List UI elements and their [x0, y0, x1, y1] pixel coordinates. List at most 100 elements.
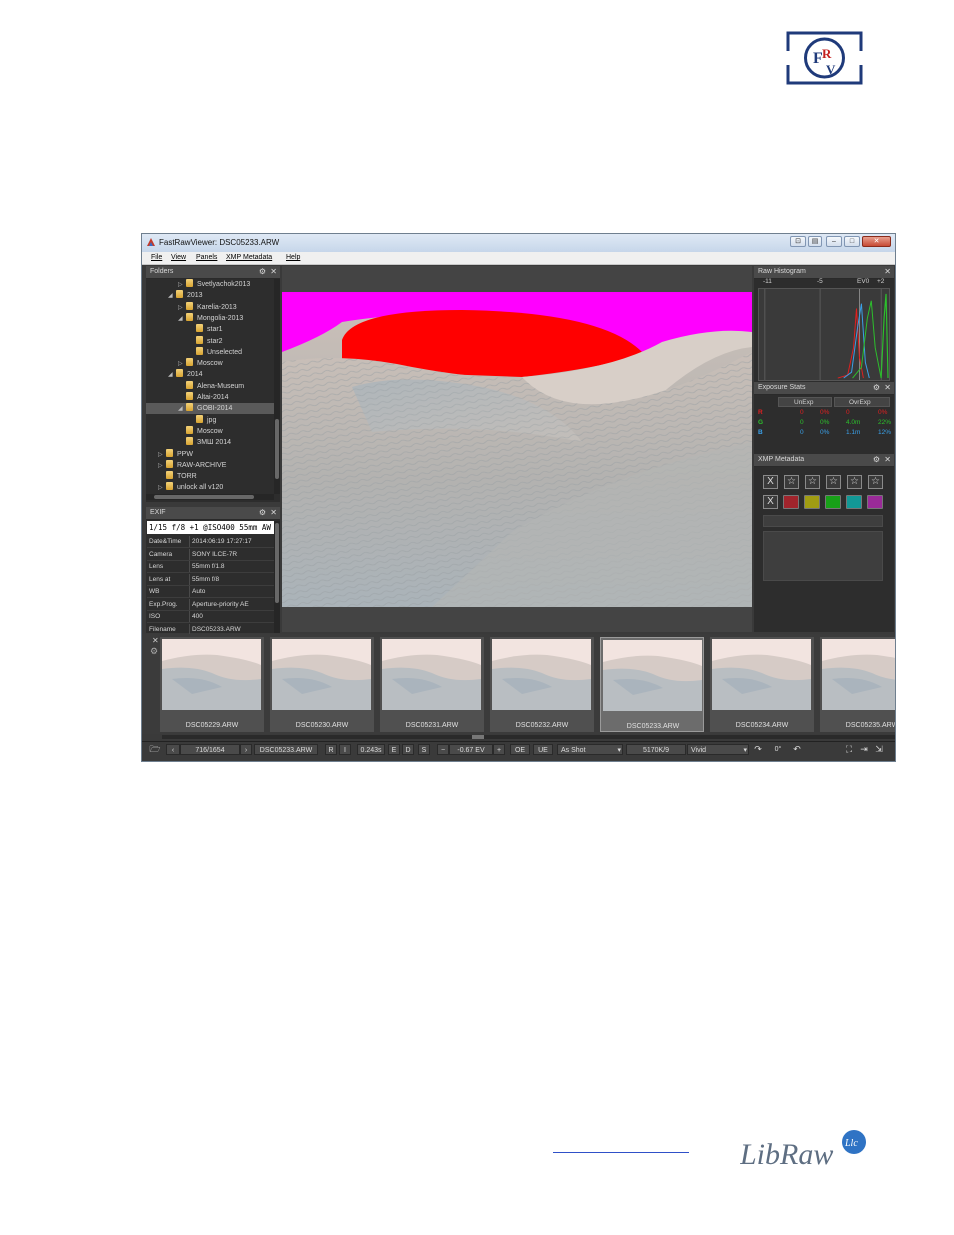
- rotate-right-icon[interactable]: ↷: [751, 744, 765, 755]
- s-button[interactable]: S: [418, 744, 430, 755]
- minimize-button[interactable]: –: [826, 236, 842, 247]
- star-2-button[interactable]: ☆: [805, 475, 820, 489]
- xmp-panel-header: XMP Metadata ⚙ ✕: [754, 454, 894, 467]
- fit-to-screen-icon[interactable]: ⛶: [842, 744, 856, 755]
- close-icon[interactable]: ✕: [270, 508, 277, 517]
- color-label-swatch[interactable]: [825, 495, 841, 509]
- reject-button[interactable]: X: [763, 475, 778, 489]
- folder-item[interactable]: ▷ RAW-ARCHIVE: [146, 459, 274, 471]
- folder-tree: ▷ Svetlyachok2013 ◢ 2013 ▷ Karelia-2013 ◢ Mongo…: [146, 279, 274, 494]
- folder-item[interactable]: ▷ unlock all v120: [146, 482, 274, 493]
- folder-item[interactable]: Alena-Museum: [146, 380, 274, 392]
- color-label-swatch[interactable]: [846, 495, 862, 509]
- gear-icon[interactable]: ⚙: [259, 267, 266, 276]
- image-viewer[interactable]: [282, 266, 752, 632]
- folder-item[interactable]: jpg: [146, 414, 274, 426]
- fullscreen-toggle-icon[interactable]: ⊡: [790, 236, 806, 247]
- filmstrip-thumbnail[interactable]: DSC05235.ARW: [820, 637, 895, 732]
- exif-row: Camera SONY ILCE-7R: [147, 548, 274, 561]
- next-image-button[interactable]: ›: [240, 744, 252, 755]
- menu-panels[interactable]: Panels: [196, 254, 217, 261]
- close-icon[interactable]: ✕: [884, 455, 891, 464]
- filmstrip-thumbnail[interactable]: DSC05231.ARW: [380, 637, 484, 732]
- folder-item[interactable]: ◢ 2013: [146, 290, 274, 301]
- exif-scrollbar[interactable]: [274, 521, 280, 633]
- folder-item[interactable]: ◢ Mongolia-2013: [146, 312, 274, 324]
- gear-icon[interactable]: ⚙: [150, 646, 158, 657]
- raw-mode-button[interactable]: R: [325, 744, 337, 755]
- raw-histogram: [758, 288, 890, 381]
- close-icon[interactable]: ✕: [152, 636, 159, 645]
- folder-item[interactable]: TORR: [146, 471, 274, 482]
- ev-decrease-button[interactable]: −: [437, 744, 449, 755]
- close-icon[interactable]: ✕: [884, 267, 891, 276]
- star-4-button[interactable]: ☆: [847, 475, 862, 489]
- close-icon[interactable]: ✕: [884, 383, 891, 392]
- rotate-left-icon[interactable]: ↶: [790, 744, 804, 755]
- menu-xmp-metadata[interactable]: XMP Metadata: [226, 254, 272, 261]
- folder-item[interactable]: ◢ 2014: [146, 369, 274, 380]
- folder-item[interactable]: Unselected: [146, 346, 274, 358]
- folder-tree-hscrollbar[interactable]: [146, 494, 274, 500]
- expand-arrow-icon[interactable]: ▷: [158, 483, 166, 494]
- folder-tree-scrollbar[interactable]: [274, 279, 280, 494]
- xmp-title-field[interactable]: [763, 515, 883, 527]
- thumbnail-image: [272, 639, 371, 710]
- underexposure-button[interactable]: UE: [533, 744, 553, 755]
- exposure-button[interactable]: E: [388, 744, 400, 755]
- filmstrip-thumbnail[interactable]: DSC05234.ARW: [710, 637, 814, 732]
- profile-value: Vivid: [691, 747, 707, 754]
- main-photo[interactable]: [282, 292, 752, 607]
- folder-item[interactable]: Altai-2014: [146, 392, 274, 403]
- gear-icon[interactable]: ⚙: [873, 455, 880, 464]
- folder-item[interactable]: ▷ Moscow: [146, 358, 274, 369]
- menu-file[interactable]: File: [151, 254, 162, 261]
- folder-item[interactable]: ◢ GOBI-2014: [146, 403, 274, 415]
- folder-open-icon[interactable]: 🗁: [148, 744, 162, 755]
- filmstrip-thumbnail[interactable]: DSC05232.ARW: [490, 637, 594, 732]
- gear-icon[interactable]: ⚙: [873, 383, 880, 392]
- xmp-description-field[interactable]: [763, 531, 883, 581]
- folder-item[interactable]: ЗМШ 2014: [146, 437, 274, 448]
- folder-item[interactable]: ▷ Svetlyachok2013: [146, 279, 274, 290]
- folder-item[interactable]: star2: [146, 335, 274, 347]
- filmstrip-thumbnail[interactable]: DSC05230.ARW: [270, 637, 374, 732]
- star-1-button[interactable]: ☆: [784, 475, 799, 489]
- gear-icon[interactable]: ⚙: [259, 508, 266, 517]
- libraw-logo: LibRaw Llc: [740, 1130, 866, 1171]
- color-label-swatch[interactable]: [804, 495, 820, 509]
- info-button[interactable]: I: [339, 744, 351, 755]
- prev-image-button[interactable]: ‹: [166, 744, 180, 755]
- menu-view[interactable]: View: [171, 254, 186, 261]
- folder-item[interactable]: ▷ PPW: [146, 448, 274, 460]
- color-label-clear-button[interactable]: X: [763, 495, 778, 509]
- export-icon[interactable]: ⇲: [872, 744, 886, 755]
- scrollbar-thumb[interactable]: [275, 523, 279, 603]
- d-button[interactable]: D: [402, 744, 414, 755]
- histogram-label: +2: [877, 278, 885, 285]
- ev-increase-button[interactable]: +: [493, 744, 505, 755]
- menu-help[interactable]: Help: [286, 254, 300, 261]
- folder-item[interactable]: Moscow: [146, 425, 274, 437]
- overexposure-button[interactable]: OE: [510, 744, 530, 755]
- profile-select[interactable]: Vivid ▾: [687, 744, 749, 755]
- scrollbar-thumb[interactable]: [275, 419, 279, 479]
- filmstrip-scrollbar[interactable]: [162, 735, 895, 739]
- scrollbar-thumb[interactable]: [472, 735, 484, 739]
- zoom-icon[interactable]: ⇥: [857, 744, 871, 755]
- folder-item[interactable]: star1: [146, 324, 274, 335]
- footer-link-underline[interactable]: [553, 1152, 689, 1153]
- hscrollbar-thumb[interactable]: [154, 495, 254, 499]
- filmstrip-thumbnail[interactable]: DSC05229.ARW: [160, 637, 264, 732]
- folder-item[interactable]: ▷ Karelia-2013: [146, 301, 274, 313]
- star-5-button[interactable]: ☆: [868, 475, 883, 489]
- filmstrip-thumbnail[interactable]: DSC05233.ARW: [600, 637, 704, 732]
- close-button[interactable]: ✕: [862, 236, 891, 247]
- color-label-swatch[interactable]: [783, 495, 799, 509]
- color-label-swatch[interactable]: [867, 495, 883, 509]
- star-3-button[interactable]: ☆: [826, 475, 841, 489]
- white-balance-select[interactable]: As Shot ▾: [557, 744, 623, 755]
- maximize-button[interactable]: □: [844, 236, 860, 247]
- window-option-icon[interactable]: ▤: [808, 236, 822, 247]
- close-icon[interactable]: ✕: [270, 267, 277, 276]
